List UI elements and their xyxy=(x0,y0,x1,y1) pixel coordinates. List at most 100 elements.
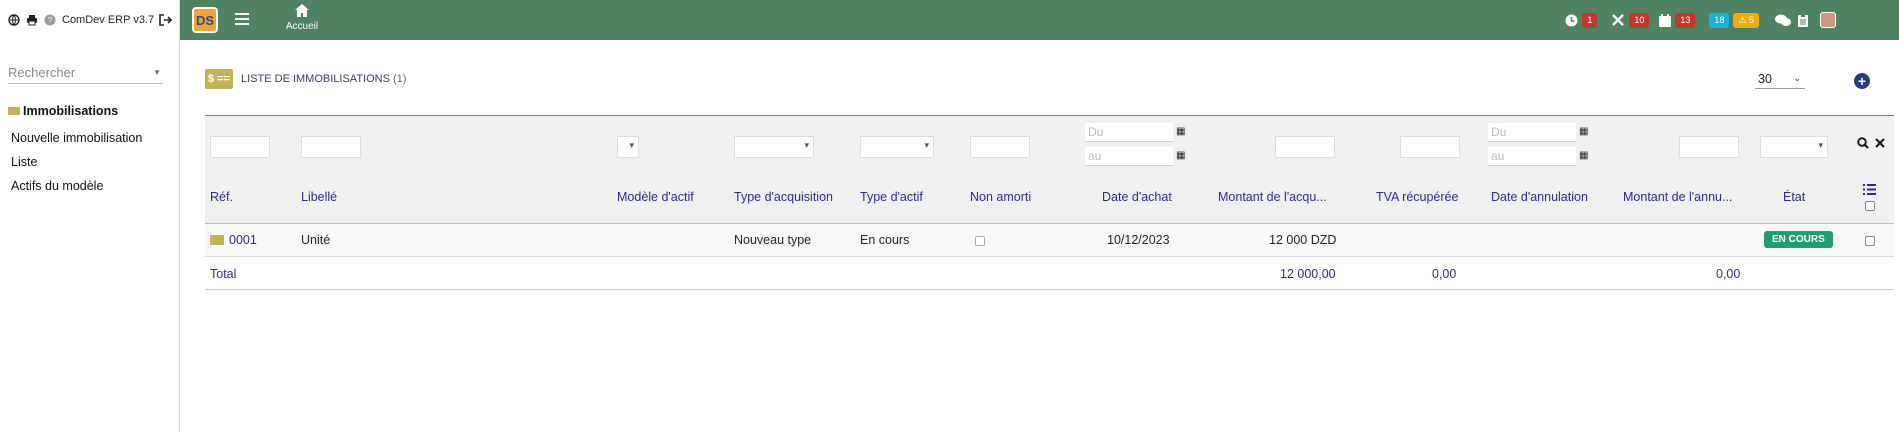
col-montant-acquisition[interactable]: Montant de l'acqu... xyxy=(1218,190,1327,204)
filter-non-amorti-input[interactable] xyxy=(970,136,1030,158)
sidebar-item-actifs-du-modele[interactable]: Actifs du modèle xyxy=(8,174,142,198)
sidebar-section-label: Immobilisations xyxy=(23,104,119,118)
filter-etat-select[interactable] xyxy=(1760,136,1828,158)
filter-date-achat-to[interactable]: au xyxy=(1085,147,1173,166)
info-badge[interactable]: 18 xyxy=(1709,12,1730,28)
user-avatar[interactable] xyxy=(1820,12,1836,28)
total-montant-acquisition: 12 000,00 xyxy=(1280,267,1336,281)
filter-libelle-input[interactable] xyxy=(301,136,361,158)
asset-icon xyxy=(210,235,224,245)
per-page-select[interactable]: 30 ⌄ xyxy=(1755,69,1805,89)
app-logo[interactable]: DS xyxy=(192,7,218,33)
col-tva-recuperee[interactable]: TVA récupérée xyxy=(1376,190,1458,204)
clock-icon[interactable] xyxy=(1565,14,1578,27)
row-non-amorti-checkbox xyxy=(975,236,985,246)
page-title-text: LISTE DE IMMOBILISATIONS xyxy=(241,73,390,85)
filter-tva-input[interactable] xyxy=(1400,136,1460,158)
sidebar-item-liste[interactable]: Liste xyxy=(8,150,142,174)
sidebar: ? ComDev ERP v3.7 Rechercher ▼ Immobilis… xyxy=(0,0,180,432)
logout-icon[interactable] xyxy=(158,13,172,27)
col-montant-annulation[interactable]: Montant de l'annu... xyxy=(1623,190,1732,204)
sidebar-menu: Immobilisations Nouvelle immobilisation … xyxy=(8,102,142,198)
col-non-amorti[interactable]: Non amorti xyxy=(970,190,1031,204)
per-page-value: 30 xyxy=(1758,71,1772,86)
col-ref[interactable]: Réf. xyxy=(210,190,233,204)
calendar-icon[interactable]: ▦ xyxy=(1579,150,1588,161)
page-header: $ == LISTE DE IMMOBILISATIONS (1) xyxy=(205,69,406,89)
filter-modele-select[interactable] xyxy=(617,136,639,158)
col-date-annulation[interactable]: Date d'annulation xyxy=(1491,190,1588,204)
col-libelle[interactable]: Libellé xyxy=(301,190,337,204)
tools-badge[interactable]: 10 xyxy=(1629,12,1650,28)
filter-type-acquisition-select[interactable] xyxy=(734,136,814,158)
row-ref-link[interactable]: 0001 xyxy=(229,233,257,247)
tools-icon[interactable] xyxy=(1611,13,1625,27)
filter-montant-acq-input[interactable] xyxy=(1275,136,1335,158)
assets-table: Du ▦ au ▦ Du ▦ au ▦ Réf. Libellé Modèle … xyxy=(205,115,1894,290)
row-montant-acquisition: 12 000 DZD xyxy=(1269,233,1337,247)
col-modele-actif[interactable]: Modèle d'actif xyxy=(617,190,694,204)
home-label: Accueil xyxy=(285,21,319,32)
chevron-down-icon: ▼ xyxy=(153,68,161,77)
row-type-acquisition: Nouveau type xyxy=(734,233,812,247)
row-libelle: Unité xyxy=(301,233,331,247)
warning-icon: ⚠ xyxy=(1738,14,1747,25)
chevron-down-icon: ⌄ xyxy=(1793,73,1801,83)
total-montant-annulation: 0,00 xyxy=(1716,267,1741,281)
filter-date-annulation-to[interactable]: au xyxy=(1488,147,1576,166)
page-title: LISTE DE IMMOBILISATIONS (1) xyxy=(241,73,406,85)
filter-date-achat-from[interactable]: Du xyxy=(1085,123,1173,142)
top-bar: DS Accueil 1 10 13 18 ⚠ 5 xyxy=(180,0,1899,40)
printer-icon[interactable] xyxy=(25,13,39,27)
col-etat[interactable]: État xyxy=(1783,190,1805,204)
filter-ref-input[interactable] xyxy=(210,136,270,158)
menu-toggle-icon[interactable] xyxy=(235,13,249,28)
home-icon xyxy=(282,4,322,21)
col-date-achat[interactable]: Date d'achat xyxy=(1102,190,1172,204)
filter-montant-annul-input[interactable] xyxy=(1679,136,1739,158)
asset-icon xyxy=(8,107,20,115)
calendar-icon[interactable]: ▦ xyxy=(1176,150,1185,161)
row-date-achat: 10/12/2023 xyxy=(1107,233,1170,247)
row-select-checkbox[interactable] xyxy=(1865,236,1875,246)
column-selector-icon[interactable] xyxy=(1863,184,1876,198)
totals-row: Total 12 000,00 0,00 0,00 xyxy=(205,257,1894,290)
add-asset-button[interactable]: + xyxy=(1854,73,1870,89)
filter-row: Du ▦ au ▦ Du ▦ au ▦ xyxy=(205,115,1894,178)
filter-date-annulation-from[interactable]: Du xyxy=(1488,123,1576,142)
total-label: Total xyxy=(210,267,237,281)
help-icon[interactable]: ? xyxy=(43,13,57,27)
sidebar-item-nouvelle-immobilisation[interactable]: Nouvelle immobilisation xyxy=(8,126,142,150)
clear-filter-icon[interactable] xyxy=(1875,137,1885,151)
svg-text:?: ? xyxy=(48,16,53,25)
globe-icon[interactable] xyxy=(7,13,21,27)
calendar-icon[interactable] xyxy=(1659,13,1672,27)
notification-area: 1 10 13 18 ⚠ 5 xyxy=(1565,12,1836,28)
table-row[interactable]: 0001 Unité Nouveau type En cours 10/12/2… xyxy=(205,224,1894,257)
table-header-row: Réf. Libellé Modèle d'actif Type d'acqui… xyxy=(205,178,1894,224)
sidebar-top-bar: ? ComDev ERP v3.7 xyxy=(0,0,179,40)
calendar-badge[interactable]: 13 xyxy=(1675,12,1696,28)
sidebar-section-immobilisations[interactable]: Immobilisations xyxy=(8,102,142,120)
calendar-icon[interactable]: ▦ xyxy=(1176,126,1185,137)
col-type-actif[interactable]: Type d'actif xyxy=(860,190,923,204)
select-all-checkbox[interactable] xyxy=(1865,201,1875,211)
sidebar-search-select[interactable]: Rechercher ▼ xyxy=(8,62,163,84)
filter-type-actif-select[interactable] xyxy=(860,136,934,158)
asset-list-icon: $ == xyxy=(205,69,233,89)
row-type-actif: En cours xyxy=(860,233,910,247)
app-version: ComDev ERP v3.7 xyxy=(62,14,155,26)
warning-badge[interactable]: ⚠ 5 xyxy=(1733,12,1759,28)
chat-icon[interactable] xyxy=(1775,14,1791,27)
search-icon[interactable] xyxy=(1857,137,1869,152)
calendar-icon[interactable]: ▦ xyxy=(1579,126,1588,137)
warning-count: 5 xyxy=(1748,14,1754,25)
status-badge: EN COURS xyxy=(1764,231,1833,248)
record-count: (1) xyxy=(393,73,407,85)
clock-badge[interactable]: 1 xyxy=(1582,12,1598,28)
home-link[interactable]: Accueil xyxy=(282,4,322,32)
sidebar-search-placeholder: Rechercher xyxy=(8,65,76,80)
total-tva: 0,00 xyxy=(1432,267,1457,281)
col-type-acquisition[interactable]: Type d'acquisition xyxy=(734,190,833,204)
clipboard-icon[interactable] xyxy=(1798,13,1808,27)
